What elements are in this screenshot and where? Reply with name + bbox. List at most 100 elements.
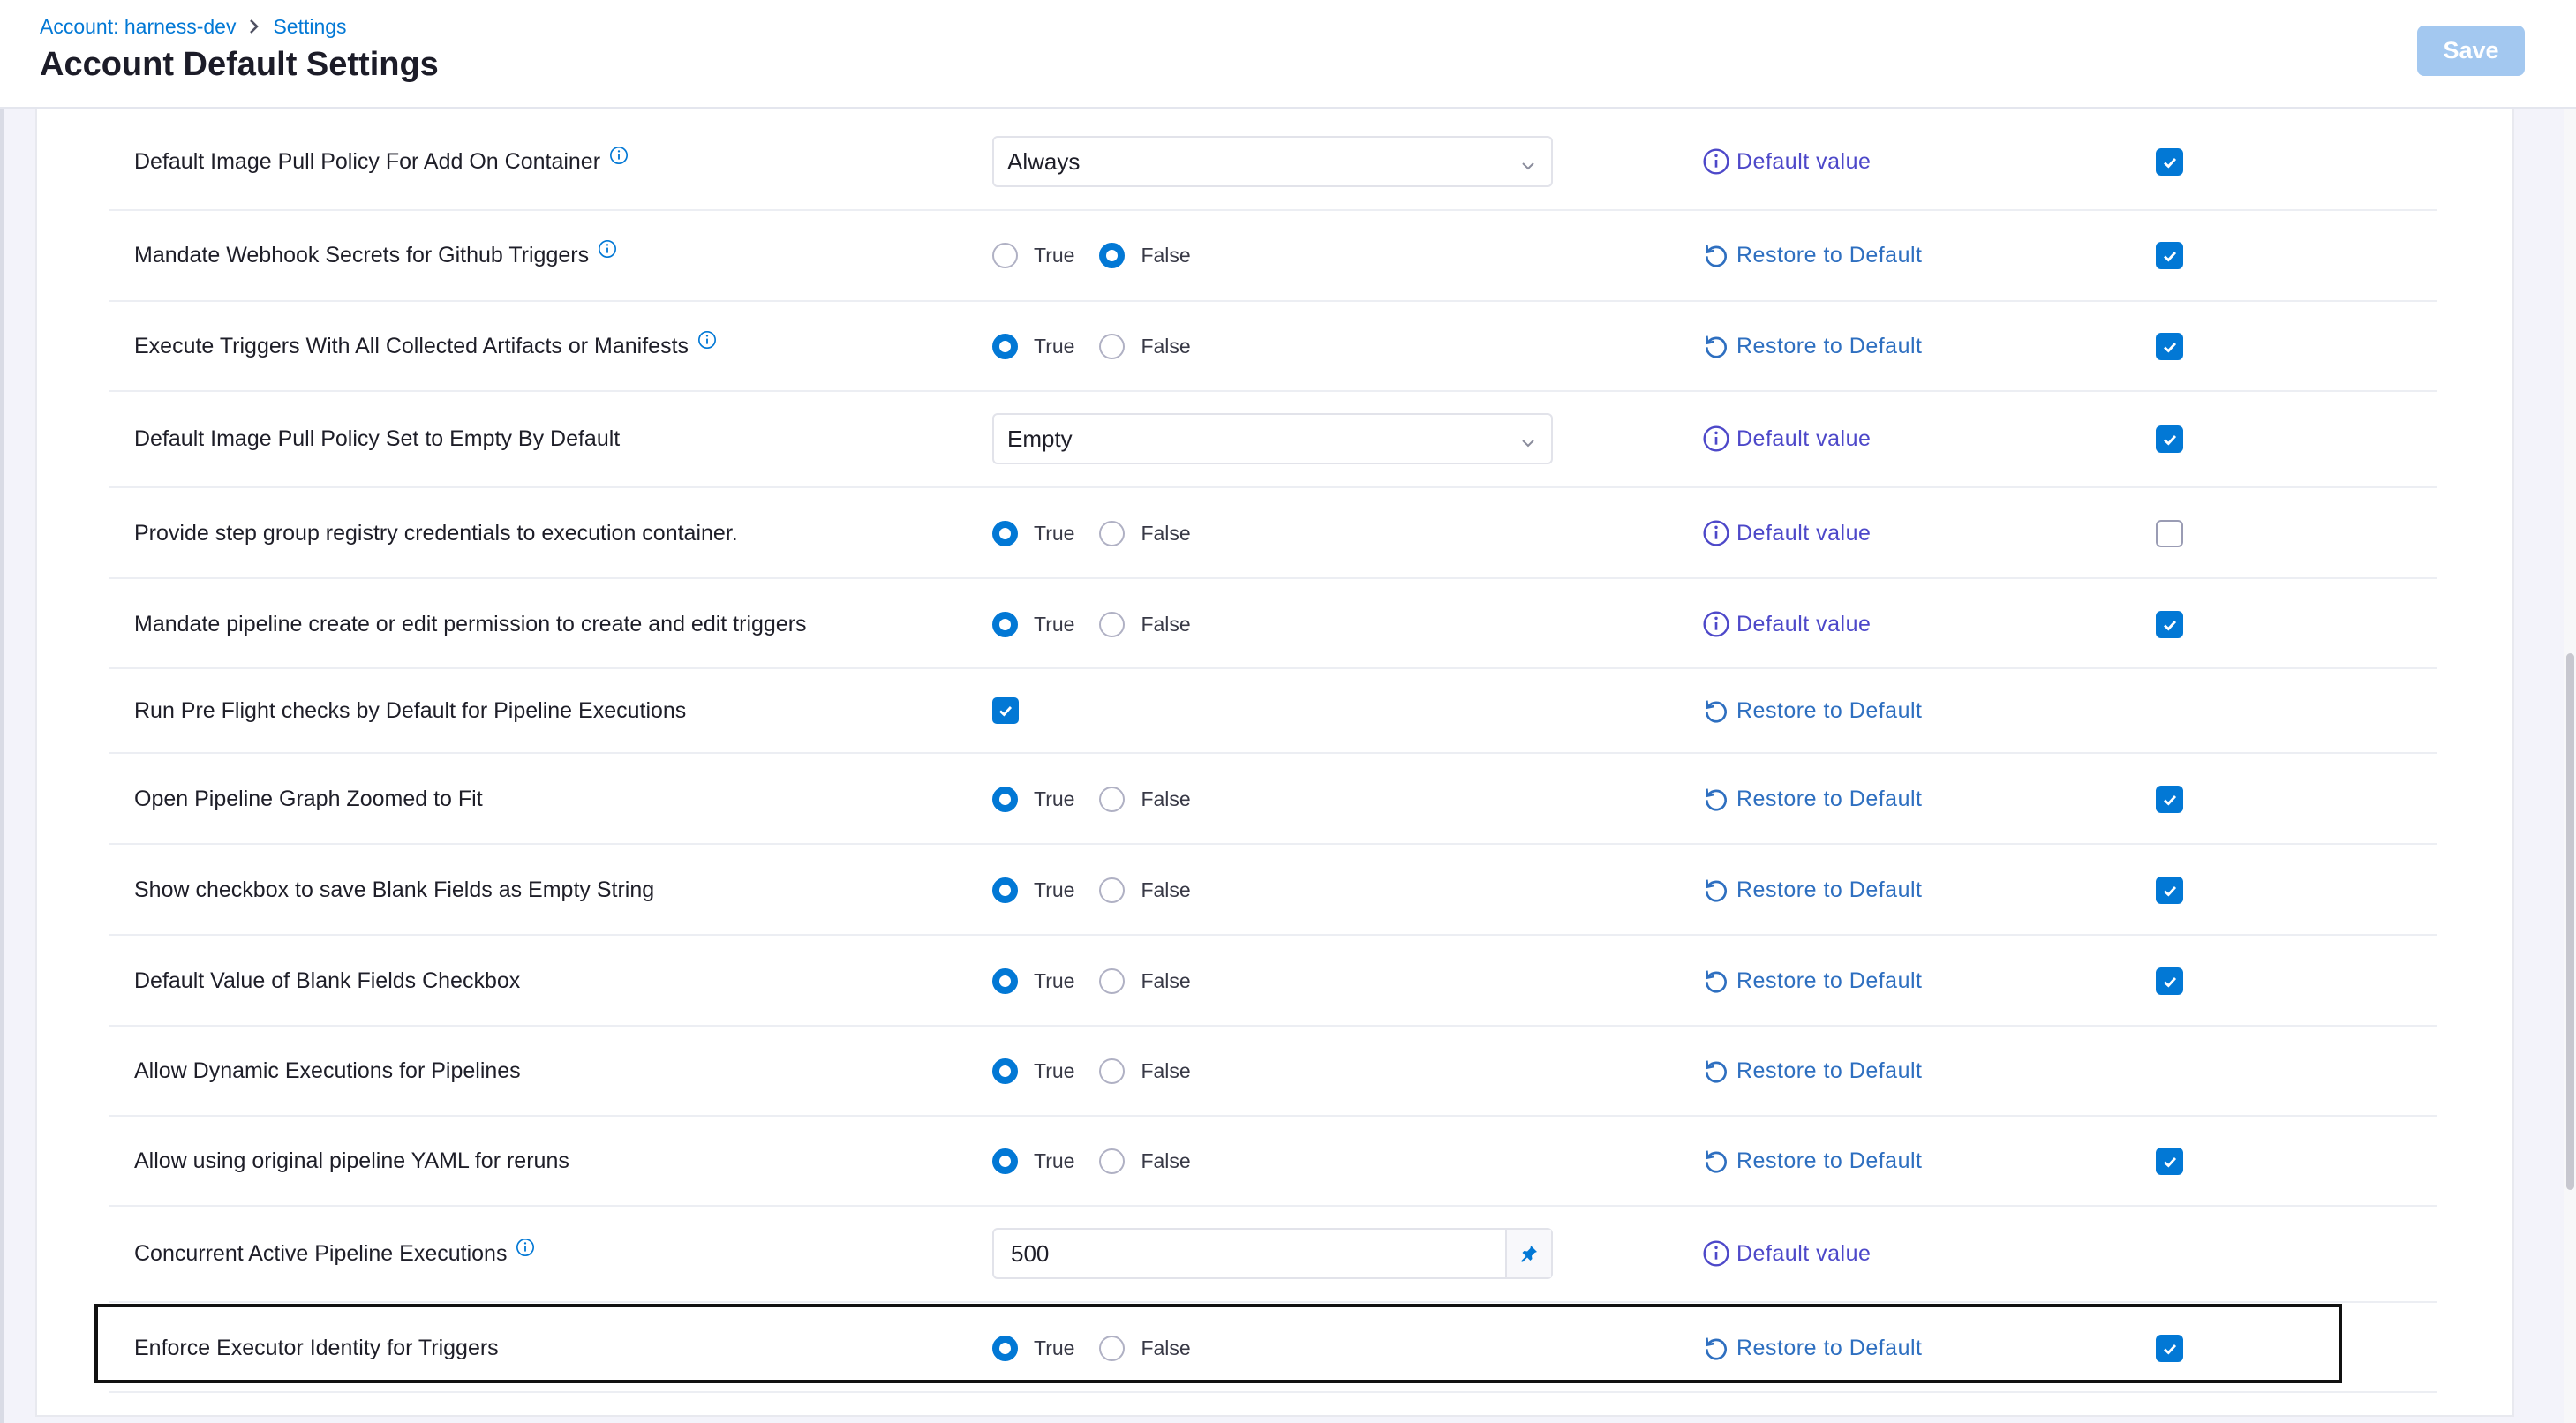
radio-true[interactable]: True xyxy=(992,520,1075,546)
restore-to-default-link[interactable]: Restore to Default xyxy=(1702,876,1923,904)
radio-button[interactable] xyxy=(992,520,1018,546)
radio-false[interactable]: False xyxy=(1099,611,1191,637)
allow-override-checkbox[interactable] xyxy=(2156,611,2183,638)
radio-button[interactable] xyxy=(1099,967,1126,994)
info-icon[interactable] xyxy=(598,239,617,259)
page-header: Account: harness-dev Settings Account De… xyxy=(0,0,2576,109)
allow-override-checkbox[interactable] xyxy=(2156,877,2183,904)
breadcrumb-settings-link[interactable]: Settings xyxy=(273,15,346,39)
radio-button[interactable] xyxy=(1099,786,1126,812)
allow-override-checkbox[interactable] xyxy=(2156,425,2183,453)
allow-override-checkbox[interactable] xyxy=(2156,148,2183,176)
radio-button[interactable] xyxy=(992,333,1018,359)
setting-row: Allow using original pipeline YAML for r… xyxy=(109,1117,2437,1207)
radio-button[interactable] xyxy=(1099,1335,1126,1361)
setting-label: Mandate Webhook Secrets for Github Trigg… xyxy=(134,239,617,268)
radio-button[interactable] xyxy=(1099,1058,1126,1084)
default-value-link[interactable]: Default value xyxy=(1702,425,1871,453)
setting-label-text: Enforce Executor Identity for Triggers xyxy=(134,1335,499,1360)
radio-true[interactable]: True xyxy=(992,333,1074,359)
radio-true[interactable]: True xyxy=(992,786,1075,812)
radio-true[interactable]: True xyxy=(992,967,1074,994)
chevron-down-icon[interactable] xyxy=(1519,154,1537,171)
allow-override-checkbox[interactable] xyxy=(2156,520,2183,547)
restore-icon xyxy=(1702,332,1730,360)
restore-to-default-link[interactable]: Restore to Default xyxy=(1702,241,1923,269)
radio-false[interactable]: False xyxy=(1099,877,1191,903)
radio-label: True xyxy=(1034,612,1075,636)
radio-false[interactable]: False xyxy=(1099,1058,1191,1084)
radio-false[interactable]: False xyxy=(1099,967,1191,994)
radio-button[interactable] xyxy=(992,877,1018,903)
radio-button[interactable] xyxy=(1099,877,1126,903)
radio-true[interactable]: True xyxy=(992,1058,1074,1084)
info-icon[interactable] xyxy=(697,330,717,350)
radio-button[interactable] xyxy=(1099,333,1126,359)
radio-button[interactable] xyxy=(992,1058,1018,1084)
info-icon[interactable] xyxy=(609,146,629,165)
allow-override-checkbox[interactable] xyxy=(2156,1148,2183,1175)
pull-policy-select[interactable]: Always xyxy=(992,136,1553,187)
restore-to-default-link[interactable]: Restore to Default xyxy=(1702,332,1923,360)
setting-checkbox[interactable] xyxy=(992,697,1019,724)
restore-to-default-link[interactable]: Restore to Default xyxy=(1702,696,1923,725)
default-value-link[interactable]: Default value xyxy=(1702,147,1871,176)
radio-label: True xyxy=(1034,521,1075,545)
restore-to-default-link[interactable]: Restore to Default xyxy=(1702,967,1923,995)
setting-label: Show checkbox to save Blank Fields as Em… xyxy=(134,877,654,903)
concurrent-executions-input[interactable]: 500 xyxy=(992,1228,1553,1279)
radio-button[interactable] xyxy=(992,967,1018,994)
radio-false[interactable]: False xyxy=(1099,1148,1191,1174)
restore-to-default-link[interactable]: Restore to Default xyxy=(1702,785,1923,813)
default-value-link[interactable]: Default value xyxy=(1702,610,1871,638)
radio-true[interactable]: True xyxy=(992,242,1074,268)
restore-to-default-link[interactable]: Restore to Default xyxy=(1702,1057,1923,1085)
radio-button[interactable] xyxy=(1099,611,1126,637)
restore-icon xyxy=(1702,241,1730,269)
action-label: Restore to Default xyxy=(1736,1148,1923,1173)
pull-policy-select[interactable]: Empty xyxy=(992,413,1553,464)
setting-row: Mandate Webhook Secrets for Github Trigg… xyxy=(109,211,2437,302)
chevron-down-icon[interactable] xyxy=(1519,431,1537,448)
action-label: Restore to Default xyxy=(1736,1058,1923,1083)
radio-button[interactable] xyxy=(1099,520,1126,546)
radio-true[interactable]: True xyxy=(992,1148,1074,1174)
radio-label: False xyxy=(1141,968,1191,992)
restore-to-default-link[interactable]: Restore to Default xyxy=(1702,1334,1923,1362)
radio-true[interactable]: True xyxy=(992,1335,1074,1361)
info-icon[interactable] xyxy=(516,1238,535,1257)
radio-button[interactable] xyxy=(1099,1148,1126,1174)
radio-label: True xyxy=(1034,787,1075,810)
radio-label: False xyxy=(1141,521,1191,545)
scrollbar-thumb[interactable] xyxy=(2566,653,2574,1190)
action-label: Restore to Default xyxy=(1736,333,1923,358)
allow-override-checkbox[interactable] xyxy=(2156,1335,2183,1362)
radio-false[interactable]: False xyxy=(1099,242,1191,268)
pin-icon[interactable] xyxy=(1505,1230,1551,1277)
default-value-link[interactable]: Default value xyxy=(1702,1239,1871,1268)
save-button[interactable]: Save xyxy=(2417,26,2525,76)
radio-button[interactable] xyxy=(1099,242,1126,268)
setting-row: Default Image Pull Policy For Add On Con… xyxy=(109,109,2437,211)
radio-button[interactable] xyxy=(992,1335,1018,1361)
allow-override-checkbox[interactable] xyxy=(2156,333,2183,360)
radio-false[interactable]: False xyxy=(1099,1335,1191,1361)
radio-false[interactable]: False xyxy=(1099,520,1191,546)
radio-true[interactable]: True xyxy=(992,877,1074,903)
breadcrumb-account-link[interactable]: Account: harness-dev xyxy=(40,15,236,39)
radio-button[interactable] xyxy=(992,1148,1018,1174)
action-label: Default value xyxy=(1736,148,1872,174)
radio-button[interactable] xyxy=(992,242,1018,268)
radio-button[interactable] xyxy=(992,611,1018,637)
allow-override-checkbox[interactable] xyxy=(2156,786,2183,813)
radio-true[interactable]: True xyxy=(992,611,1075,637)
allow-override-checkbox[interactable] xyxy=(2156,967,2183,995)
radio-false[interactable]: False xyxy=(1099,786,1191,812)
info-icon xyxy=(1702,519,1730,547)
allow-override-checkbox[interactable] xyxy=(2156,242,2183,269)
restore-to-default-link[interactable]: Restore to Default xyxy=(1702,1147,1923,1175)
default-value-link[interactable]: Default value xyxy=(1702,519,1871,547)
setting-label-text: Run Pre Flight checks by Default for Pip… xyxy=(134,697,687,723)
radio-false[interactable]: False xyxy=(1099,333,1191,359)
radio-button[interactable] xyxy=(992,786,1018,812)
